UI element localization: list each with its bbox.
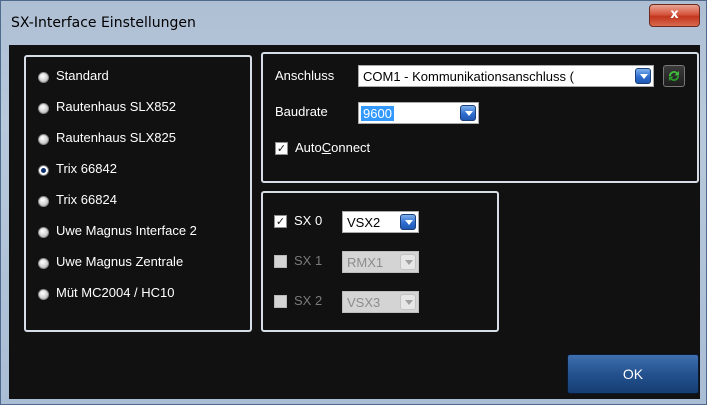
radio-label-rautenhaus-slx852[interactable]: Rautenhaus SLX852	[56, 99, 176, 114]
sx1-checkbox[interactable]	[274, 255, 287, 268]
radio-label-uwe-magnus-interface-2[interactable]: Uwe Magnus Interface 2	[56, 223, 197, 238]
radio-uwe-magnus-interface-2[interactable]	[38, 227, 49, 238]
baud-select-value: 9600	[361, 106, 394, 121]
chevron-down-icon	[400, 254, 416, 270]
close-icon: x	[670, 7, 679, 22]
radio-label-rautenhaus-slx825[interactable]: Rautenhaus SLX825	[56, 130, 176, 145]
autoconnect-accelerator: C	[321, 140, 332, 155]
radio-label-uwe-magnus-zentrale[interactable]: Uwe Magnus Zentrale	[56, 254, 183, 269]
sx0-select-value: VSX2	[347, 215, 381, 230]
radio-trix-66824[interactable]	[38, 196, 49, 207]
port-select[interactable]: COM1 - Kommunikationsanschluss (	[358, 65, 654, 87]
chevron-down-icon	[635, 68, 651, 84]
refresh-icon	[669, 71, 679, 81]
sx-group: ✓ SX 0 VSX2 SX 1 RMX1 SX 2 VSX3	[261, 191, 499, 332]
interface-group: Standard Rautenhaus SLX852 Rautenhaus SL…	[24, 55, 252, 332]
radio-label-trix-66842[interactable]: Trix 66842	[56, 161, 117, 176]
sx0-checkbox[interactable]: ✓	[274, 215, 287, 228]
autoconnect-label-part: Auto	[295, 140, 322, 155]
radio-trix-66842[interactable]	[38, 165, 49, 176]
radio-label-muet-mc2004[interactable]: Müt MC2004 / HC10	[56, 285, 175, 300]
title-bar[interactable]: SX-Interface Einstellungen x	[1, 1, 706, 39]
sx0-label: SX 0	[294, 213, 323, 228]
port-select-value: COM1 - Kommunikationsanschluss (	[363, 69, 574, 84]
chevron-down-icon	[460, 105, 476, 121]
port-label: Anschluss	[275, 68, 335, 83]
dialog-client-area: Standard Rautenhaus SLX852 Rautenhaus SL…	[9, 45, 700, 399]
autoconnect-label-part: onnect	[331, 140, 371, 155]
settings-dialog: SX-Interface Einstellungen x Standard Ra…	[0, 0, 707, 405]
ok-button[interactable]: OK	[567, 354, 699, 394]
radio-rautenhaus-slx825[interactable]	[38, 134, 49, 145]
radio-standard[interactable]	[38, 72, 49, 83]
window-title: SX-Interface Einstellungen	[11, 15, 196, 31]
refresh-button[interactable]	[663, 65, 685, 87]
radio-uwe-magnus-zentrale[interactable]	[38, 258, 49, 269]
sx2-label: SX 2	[294, 293, 323, 308]
connection-group: Anschluss COM1 - Kommunikationsanschluss…	[261, 52, 699, 183]
chevron-down-icon	[400, 294, 416, 310]
sx2-checkbox[interactable]	[274, 295, 287, 308]
radio-rautenhaus-slx852[interactable]	[38, 103, 49, 114]
radio-label-standard[interactable]: Standard	[56, 68, 109, 83]
baud-select[interactable]: 9600	[358, 102, 479, 124]
close-button[interactable]: x	[649, 4, 700, 27]
sx2-select[interactable]: VSX3	[342, 291, 419, 313]
chevron-down-icon	[400, 214, 416, 230]
sx0-select[interactable]: VSX2	[342, 211, 419, 233]
sx1-select[interactable]: RMX1	[342, 251, 419, 273]
radio-label-trix-66824[interactable]: Trix 66824	[56, 192, 117, 207]
radio-muet-mc2004[interactable]	[38, 289, 49, 300]
baud-label: Baudrate	[275, 104, 328, 119]
autoconnect-checkbox[interactable]: ✓	[275, 142, 288, 155]
autoconnect-label[interactable]: AutoConnect	[295, 140, 370, 155]
sx1-select-value: RMX1	[347, 255, 384, 270]
sx2-select-value: VSX3	[347, 295, 381, 310]
sx1-label: SX 1	[294, 253, 323, 268]
